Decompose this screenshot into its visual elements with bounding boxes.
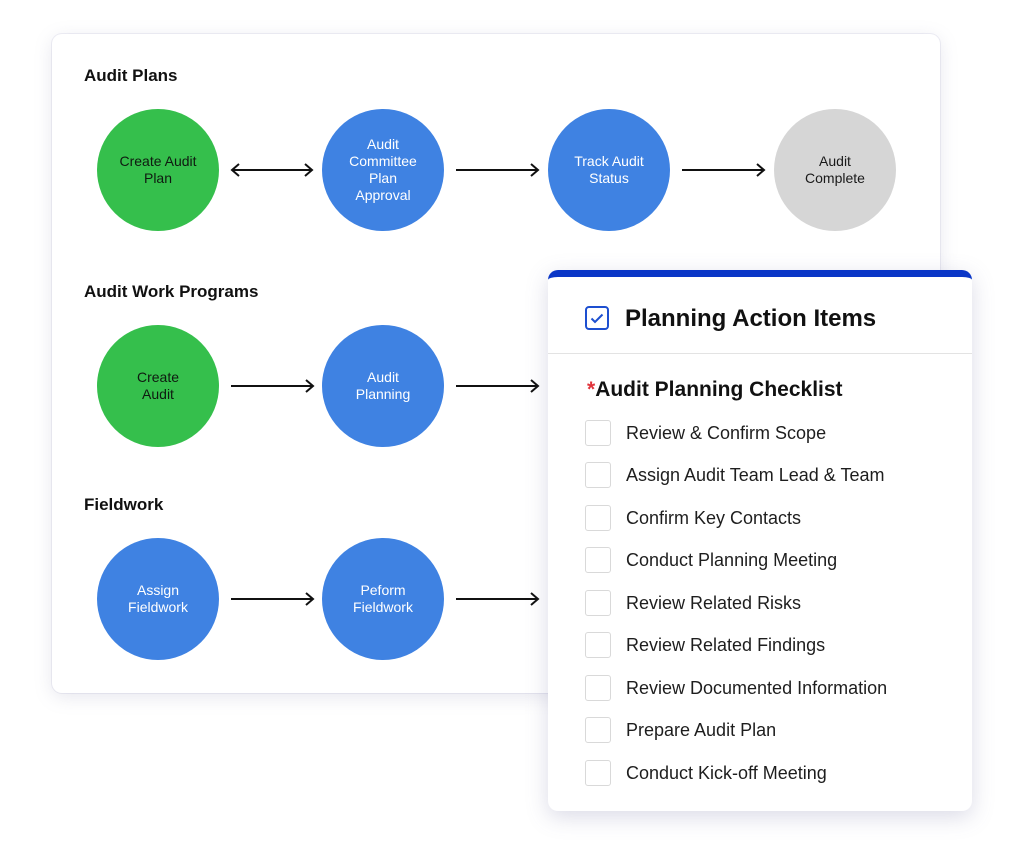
checklist-item-label: Prepare Audit Plan: [626, 719, 777, 740]
arrow-right-icon: [231, 379, 315, 393]
checklist-item[interactable]: Review Related Risks: [585, 589, 801, 617]
arrow-right-icon: [456, 163, 540, 177]
checklist-title: *Audit Planning Checklist: [587, 378, 843, 402]
arrow-right-icon: [682, 163, 766, 177]
panel-title: Planning Action Items: [625, 305, 877, 332]
checklist-item[interactable]: Review & Confirm Scope: [585, 419, 826, 447]
node-audit-committee-plan-approval[interactable]: Audit Committee Plan Approval: [322, 109, 444, 231]
checkbox[interactable]: [585, 717, 611, 743]
checklist-item[interactable]: Confirm Key Contacts: [585, 504, 801, 532]
checklist-item[interactable]: Conduct Kick-off Meeting: [585, 759, 827, 787]
checkbox[interactable]: [585, 675, 611, 701]
checklist-item[interactable]: Review Related Findings: [585, 631, 825, 659]
checklist-item-label: Assign Audit Team Lead & Team: [626, 464, 885, 485]
section-title-fieldwork: Fieldwork: [84, 495, 164, 514]
checklist-title-text: Audit Planning Checklist: [595, 378, 843, 401]
node-create-audit[interactable]: Create Audit: [97, 325, 219, 447]
checklist-item-label: Review Related Risks: [626, 592, 802, 613]
node-perform-fieldwork[interactable]: Peform Fieldwork: [322, 538, 444, 660]
checkbox[interactable]: [585, 420, 611, 446]
checklist-item-label: Conduct Kick-off Meeting: [626, 762, 827, 783]
section-title-audit-work-programs: Audit Work Programs: [84, 282, 259, 301]
node-label: Audit Planning: [355, 369, 411, 402]
node-label: Create Audit: [136, 369, 180, 402]
checkbox-checked-icon[interactable]: [585, 306, 609, 330]
node-label: Peform Fieldwork: [353, 582, 413, 615]
node-audit-complete[interactable]: Audit Complete: [774, 109, 896, 231]
checkbox[interactable]: [585, 547, 611, 573]
node-label: Audit Complete: [805, 153, 865, 186]
node-create-audit-plan[interactable]: Create Audit Plan: [97, 109, 219, 231]
node-track-audit-status[interactable]: Track Audit Status: [548, 109, 670, 231]
node-label: Track Audit Status: [574, 153, 644, 186]
planning-action-items-panel: Planning Action Items *Audit Planning Ch…: [548, 270, 972, 811]
checklist-item-label: Review Documented Information: [626, 677, 888, 698]
checklist-item-label: Review & Confirm Scope: [626, 422, 827, 443]
node-label: Assign Fieldwork: [128, 582, 188, 615]
checklist-item[interactable]: Assign Audit Team Lead & Team: [585, 461, 885, 489]
bidirectional-arrow-icon: [230, 163, 314, 177]
node-label: Create Audit Plan: [119, 153, 197, 186]
checklist-item-label: Review Related Findings: [626, 634, 826, 655]
node-audit-planning[interactable]: Audit Planning: [322, 325, 444, 447]
checkbox[interactable]: [585, 505, 611, 531]
checklist-item[interactable]: Prepare Audit Plan: [585, 716, 776, 744]
required-mark: *: [587, 378, 596, 401]
arrow-right-icon: [456, 379, 540, 393]
checkbox[interactable]: [585, 590, 611, 616]
checklist-item[interactable]: Conduct Planning Meeting: [585, 546, 837, 574]
checklist-item[interactable]: Review Documented Information: [585, 674, 887, 702]
checkbox[interactable]: [585, 462, 611, 488]
checklist-item-label: Conduct Planning Meeting: [626, 549, 838, 570]
panel-header: Planning Action Items: [548, 277, 972, 354]
node-assign-fieldwork[interactable]: Assign Fieldwork: [97, 538, 219, 660]
checklist-item-label: Confirm Key Contacts: [626, 507, 802, 528]
node-label: Audit Committee Plan Approval: [349, 136, 417, 203]
checkbox[interactable]: [585, 632, 611, 658]
arrow-right-icon: [456, 592, 540, 606]
section-title-audit-plans: Audit Plans: [84, 66, 178, 85]
checkbox[interactable]: [585, 760, 611, 786]
arrow-right-icon: [231, 592, 315, 606]
